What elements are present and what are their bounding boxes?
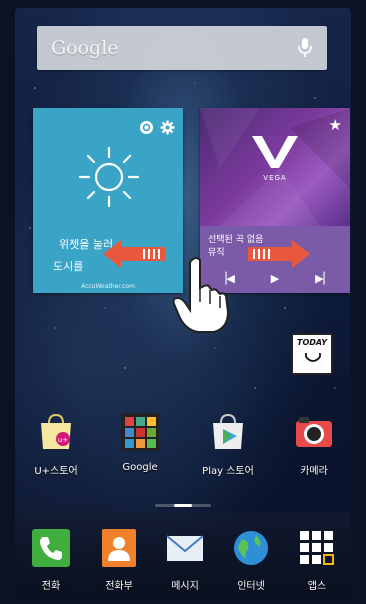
dock-label: 전화부	[105, 581, 133, 592]
app-google-folder[interactable]: Google	[105, 413, 175, 473]
dock-contacts[interactable]: 전화부	[87, 529, 151, 592]
app-label: Google	[122, 462, 158, 473]
apps-grid-icon	[300, 531, 334, 565]
app-play-store[interactable]: Play 스토어	[193, 413, 263, 477]
svg-text:u+: u+	[58, 436, 68, 444]
app-label: Play 스토어	[202, 466, 254, 477]
messages-icon	[166, 535, 204, 561]
google-logo: Google	[51, 37, 119, 59]
favorite-star-icon[interactable]: ★	[329, 116, 342, 134]
uplus-store-icon: u+	[41, 413, 71, 449]
play-store-icon	[213, 413, 243, 449]
dock-label: 메시지	[171, 581, 199, 592]
dock: 전화 전화부 메시지 인터넷 앱스	[15, 513, 351, 598]
gear-icon[interactable]	[160, 120, 175, 135]
dock-label: 전화	[41, 581, 61, 592]
home-screen: Google 위젯을 눌러 도시를 AccuWeather.com ★ VEGA…	[15, 8, 351, 598]
smile-icon	[305, 353, 321, 362]
dock-phone[interactable]: 전화	[21, 529, 81, 592]
dock-messages[interactable]: 메시지	[155, 529, 215, 592]
page-indicator	[155, 504, 211, 507]
internet-icon	[234, 531, 268, 565]
vega-logo-icon	[252, 136, 298, 168]
refresh-icon[interactable]	[139, 120, 154, 135]
dock-apps[interactable]: 앱스	[287, 529, 347, 592]
weather-source: AccuWeather.com	[81, 283, 135, 290]
camera-icon	[296, 417, 332, 447]
sun-icon	[78, 146, 140, 208]
phone-frame: Google 위젯을 눌러 도시를 AccuWeather.com ★ VEGA…	[0, 0, 366, 604]
app-label: 카메라	[300, 466, 328, 477]
weather-controls	[139, 120, 175, 135]
app-camera[interactable]: 카메라	[279, 413, 349, 477]
microphone-icon[interactable]	[297, 37, 313, 59]
app-label: U+스토어	[34, 466, 78, 477]
swipe-left-arrow-icon	[103, 240, 165, 268]
home-app-row: u+ U+스토어 Google Play 스토어 카메라	[15, 413, 351, 483]
google-folder-icon	[121, 413, 159, 451]
contacts-icon	[102, 529, 136, 567]
vega-brand-text: VEGA	[263, 174, 287, 182]
app-uplus-store[interactable]: u+ U+스토어	[21, 413, 91, 477]
play-icon[interactable]: ▶	[271, 272, 279, 285]
today-label: TODAY	[297, 338, 327, 347]
swipe-right-arrow-icon	[248, 240, 310, 268]
page-indicator-active	[174, 504, 192, 507]
today-widget[interactable]: TODAY	[291, 333, 333, 375]
dock-label: 인터넷	[237, 581, 265, 592]
dock-label: 앱스	[307, 581, 327, 592]
next-track-icon[interactable]: ▶▏	[315, 272, 332, 285]
weather-hint-line2: 도시를	[53, 260, 84, 273]
phone-icon	[32, 529, 70, 567]
google-search-bar[interactable]: Google	[37, 26, 327, 70]
pointing-hand-icon	[172, 257, 230, 333]
dock-internet[interactable]: 인터넷	[219, 529, 283, 592]
